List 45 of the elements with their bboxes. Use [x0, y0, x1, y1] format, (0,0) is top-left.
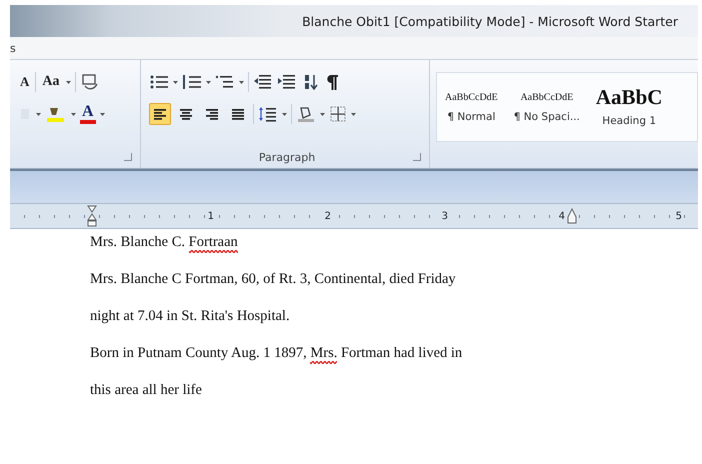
style-name: ¶ Normal	[447, 110, 496, 122]
text-line: Mrs. Blanche C Fortman, 60, of Rt. 3, Continental, died Friday	[90, 270, 456, 289]
ruler[interactable]: 1 2 3 4 5	[10, 203, 698, 229]
font-color-button[interactable]: A	[80, 104, 96, 124]
grow-font-button[interactable]: A	[18, 74, 32, 90]
window-title: Blanche Obit1 [Compatibility Mode] - Microsoft Word Starter	[302, 14, 678, 28]
text-line: Mrs. Blanche C. Fortraan	[90, 233, 238, 270]
change-case-button[interactable]: Aa	[40, 74, 62, 90]
align-lines-icon	[178, 106, 194, 122]
phonetic-guide-icon[interactable]	[80, 73, 100, 91]
decrease-indent-icon[interactable]	[253, 73, 273, 91]
align-lines-icon	[204, 106, 220, 122]
style-preview: AaBbC	[596, 87, 662, 107]
increase-indent-icon[interactable]	[277, 73, 297, 91]
style-item[interactable]: AaBbCcDdE ¶ Normal	[437, 73, 506, 141]
ruler-number: 1	[206, 210, 215, 222]
borders-icon[interactable]	[329, 105, 347, 123]
ruler-number: 2	[324, 210, 332, 222]
dialog-launcher-icon[interactable]	[413, 153, 421, 161]
tab-marker-icon[interactable]	[567, 208, 577, 224]
ruler-number: 4	[558, 210, 566, 222]
text-line: night at 7.04 in St. Rita's Hospital.	[90, 307, 290, 326]
style-preview: AaBbCcDdE	[520, 92, 574, 102]
highlighter-icon[interactable]	[45, 105, 67, 123]
align-button[interactable]	[149, 103, 171, 125]
ruler-number: 3	[440, 210, 449, 222]
shading-icon[interactable]	[296, 105, 316, 123]
text-line: Born in Putnam County Aug. 1 1897, Mrs. Fortman had lived in	[90, 344, 462, 381]
line-spacing-icon[interactable]	[258, 105, 278, 123]
style-item[interactable]: AaBbC Heading 1	[588, 73, 670, 141]
group-label: Paragraph	[258, 150, 316, 164]
bullets-icon[interactable]	[149, 73, 169, 91]
align-lines-icon	[230, 106, 246, 122]
ruler-number: 5	[674, 210, 683, 222]
align-lines-icon	[152, 106, 168, 122]
style-name: Heading 1	[602, 115, 656, 127]
dialog-launcher-icon[interactable]	[124, 153, 132, 161]
numbering-icon[interactable]	[182, 73, 202, 91]
pilcrow-icon[interactable]	[325, 73, 341, 91]
style-name: ¶ No Spaci...	[514, 110, 580, 122]
ribbon-tab[interactable]: s	[10, 42, 16, 54]
style-preview: AaBbCcDdE	[445, 92, 498, 102]
style-item[interactable]: AaBbCcDdE ¶ No Spaci...	[506, 73, 588, 141]
indent-marker-icon[interactable]	[87, 205, 97, 227]
text-line: this area all her life	[90, 381, 202, 400]
